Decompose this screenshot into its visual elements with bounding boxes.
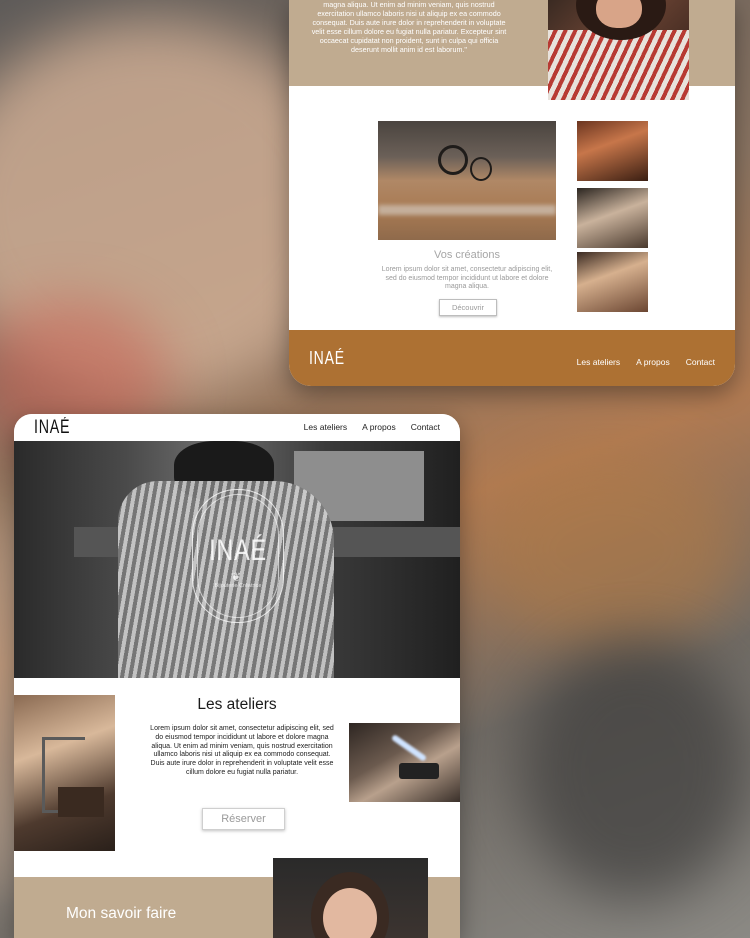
artisan-portrait-photo — [548, 0, 689, 100]
workshop-thumbnail-hands — [577, 188, 648, 248]
creations-heading: Vos créations — [433, 249, 501, 261]
nav-link-contact[interactable]: Contact — [411, 422, 440, 432]
site-footer: INAÉ Les ateliers A propos Contact — [289, 330, 735, 386]
website-mockup-desktop-bottom-section: magna aliqua. Ut enim ad minim veniam, q… — [289, 0, 735, 386]
header-logo[interactable]: INAÉ — [34, 417, 70, 439]
hero-image: INAÉ ❦ Bijouterie Créatrice — [14, 441, 460, 678]
site-header: INAÉ Les ateliers A propos Contact — [14, 414, 460, 441]
ateliers-heading: Les ateliers — [197, 696, 277, 713]
crest-subtitle: Bijouterie Créatrice — [214, 583, 262, 589]
ring-creation-photo — [378, 121, 556, 240]
nav-link-apropos[interactable]: A propos — [362, 422, 396, 432]
about-paragraph: magna aliqua. Ut enim ad minim veniam, q… — [311, 0, 507, 54]
main-nav: Les ateliers A propos Contact — [304, 422, 440, 432]
creations-paragraph: Lorem ipsum dolor sit amet, consectetur … — [381, 266, 553, 290]
footer-logo[interactable]: INAÉ — [309, 348, 345, 369]
ateliers-paragraph: Lorem ipsum dolor sit amet, consectetur … — [150, 725, 334, 776]
bow-icon: ❦ — [231, 570, 242, 584]
savoir-faire-heading: Mon savoir faire — [66, 905, 177, 922]
crest-name: INAÉ — [209, 534, 267, 567]
footer-link-apropos[interactable]: A propos — [636, 357, 670, 367]
website-mockup-desktop-top-section: INAÉ Les ateliers A propos Contact INAÉ … — [14, 414, 460, 938]
workshop-saw-photo — [14, 695, 115, 851]
footer-link-contact[interactable]: Contact — [686, 357, 715, 367]
brand-crest: INAÉ ❦ Bijouterie Créatrice — [192, 489, 284, 623]
workshop-thumbnail-hammer — [577, 252, 648, 312]
soldering-photo — [349, 723, 460, 802]
workshop-thumbnail-torch — [577, 121, 648, 181]
reserve-button[interactable]: Réserver — [202, 808, 285, 830]
nav-link-ateliers[interactable]: Les ateliers — [304, 422, 347, 432]
footer-link-ateliers[interactable]: Les ateliers — [577, 357, 620, 367]
discover-button[interactable]: Découvrir — [439, 299, 497, 316]
footer-nav: Les ateliers A propos Contact — [577, 357, 715, 367]
artisan-portrait-photo — [273, 858, 428, 938]
